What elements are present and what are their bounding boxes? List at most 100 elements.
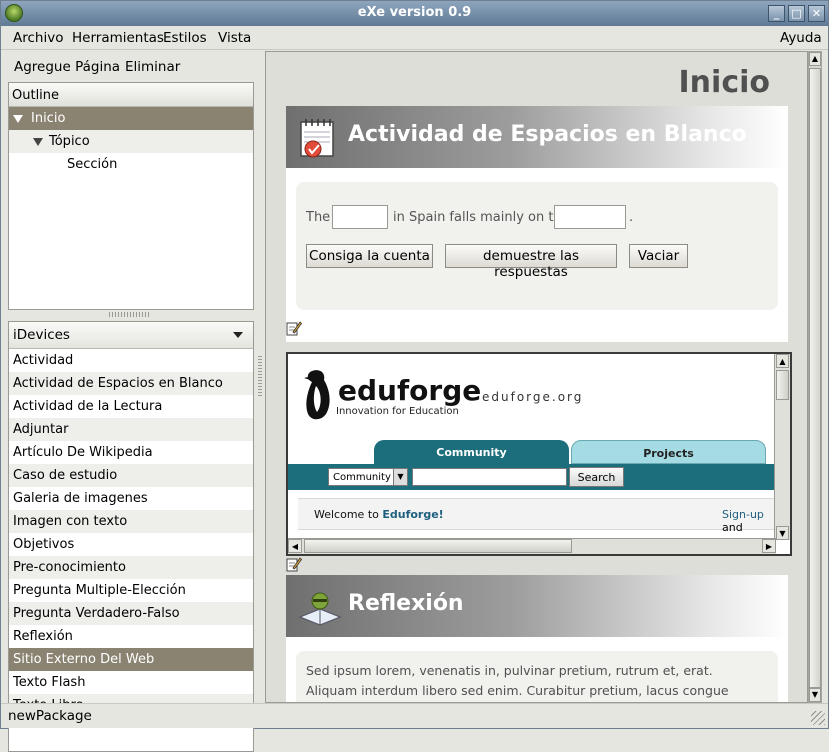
add-page-button[interactable]: Agregue Página <box>14 59 120 75</box>
scroll-thumb[interactable] <box>809 68 821 688</box>
cloze-text-after: . <box>629 210 634 225</box>
idevice-item[interactable]: Reflexión <box>9 625 253 648</box>
cloze-idevice: Actividad de Espacios en Blanco The in S… <box>286 106 788 342</box>
site-search-button[interactable]: Search <box>569 467 624 487</box>
outline-toolbar: Agregue Página Eliminar <box>1 51 258 81</box>
penguin-logo-icon <box>304 370 330 420</box>
outline-tree: Outline Inicio Tópico Sección <box>8 82 254 310</box>
site-search-bar: Community ▼ Search <box>288 464 776 490</box>
site-welcome-text: Welcome to Eduforge! <box>314 508 444 521</box>
status-text: newPackage <box>8 708 92 724</box>
site-search-input[interactable] <box>412 468 567 486</box>
scroll-thumb[interactable] <box>776 370 789 400</box>
idevice-item[interactable]: Texto Flash <box>9 671 253 694</box>
menu-herramientas[interactable]: Herramientas <box>72 30 164 46</box>
scroll-left-icon[interactable]: ◀ <box>288 539 302 553</box>
site-signup-tail: and <box>722 521 743 534</box>
website-frame[interactable]: eduforge Innovation for Education edufor… <box>286 352 792 556</box>
menu-vista[interactable]: Vista <box>218 30 251 46</box>
reflection-body: Sed ipsum lorem, venenatis in, pulvinar … <box>296 651 778 702</box>
show-answers-button[interactable]: demuestre las respuestas <box>445 244 617 280</box>
outline-node-label: Sección <box>67 157 118 172</box>
close-icon[interactable]: ✕ <box>808 5 825 22</box>
scroll-thumb[interactable] <box>304 539 572 553</box>
idevice-item[interactable]: Caso de estudio <box>9 464 253 487</box>
cloze-blank-1[interactable] <box>332 205 388 229</box>
site-signup-text: Sign-up and <box>722 508 776 534</box>
site-welcome-link[interactable]: Eduforge! <box>382 508 443 521</box>
score-button[interactable]: Consiga la cuenta <box>306 244 433 268</box>
site-search-select-value: Community <box>333 472 391 483</box>
idevice-item[interactable]: Pregunta Verdadero-Falso <box>9 602 253 625</box>
maximize-icon[interactable]: □ <box>788 5 805 22</box>
site-logo-text: eduforge <box>338 374 482 407</box>
idevices-selector[interactable]: iDevices <box>9 322 253 349</box>
clear-button[interactable]: Vaciar <box>629 244 688 268</box>
chevron-down-icon[interactable]: ▼ <box>393 469 407 485</box>
resize-grip-icon[interactable] <box>811 711 825 725</box>
expander-down-icon[interactable] <box>33 138 43 146</box>
idevices-list: iDevices Actividad Actividad de Espacios… <box>8 321 254 752</box>
cloze-blank-2[interactable] <box>554 205 626 229</box>
idevice-item[interactable]: Objetivos <box>9 533 253 556</box>
idevice-item[interactable]: Imagen con texto <box>9 510 253 533</box>
idevice-item[interactable]: Artículo De Wikipedia <box>9 441 253 464</box>
site-welcome-prefix: Welcome to <box>314 508 383 521</box>
outline-node-topico[interactable]: Tópico <box>9 130 253 153</box>
expander-down-icon[interactable] <box>13 115 23 123</box>
main-vertical-scrollbar[interactable]: ▲ ▼ <box>808 51 822 703</box>
tab-projects[interactable]: Projects <box>571 440 766 464</box>
idevice-item[interactable]: Actividad de la Lectura <box>9 395 253 418</box>
idevice-item[interactable]: Pre-conocimiento <box>9 556 253 579</box>
title-bar: eXe version 0.9 _ □ ✕ <box>1 1 828 26</box>
reflection-header: Reflexión <box>286 575 788 637</box>
menu-estilos[interactable]: Estilos <box>163 30 207 46</box>
menu-ayuda[interactable]: Ayuda <box>780 30 822 46</box>
left-pane: Agregue Página Eliminar Outline Inicio T… <box>1 51 258 752</box>
site-domain: eduforge.org <box>482 390 584 404</box>
scroll-down-icon[interactable]: ▼ <box>776 526 789 540</box>
menu-archivo[interactable]: Archivo <box>13 30 63 46</box>
idevice-item[interactable]: Adjuntar <box>9 418 253 441</box>
site-search-select[interactable]: Community ▼ <box>328 468 408 486</box>
outline-node-inicio[interactable]: Inicio <box>9 107 253 130</box>
app-window: eXe version 0.9 _ □ ✕ Archivo Herramient… <box>0 0 829 752</box>
idevice-item[interactable]: Actividad de Espacios en Blanco <box>9 372 253 395</box>
idevices-selector-label: iDevices <box>13 327 70 343</box>
site-welcome-box: Welcome to Eduforge! Sign-up and <box>298 498 776 534</box>
scroll-down-icon[interactable]: ▼ <box>809 688 821 702</box>
cloze-text-before: The <box>306 210 331 225</box>
window-title: eXe version 0.9 <box>357 5 472 20</box>
vertical-splitter-grip[interactable] <box>258 356 262 398</box>
cloze-text-middle: in Spain falls mainly on the <box>393 210 570 225</box>
scroll-up-icon[interactable]: ▲ <box>776 354 789 368</box>
cloze-header: Actividad de Espacios en Blanco <box>286 106 788 168</box>
pane-splitter-grip[interactable] <box>109 312 151 317</box>
frame-horizontal-scrollbar[interactable]: ◀ ▶ <box>288 538 776 554</box>
reflection-icon <box>298 592 342 626</box>
edit-icon[interactable] <box>286 556 302 572</box>
delete-button[interactable]: Eliminar <box>125 59 180 75</box>
status-bar: newPackage <box>1 703 828 728</box>
idevice-item[interactable]: Pregunta Multiple-Elección <box>9 579 253 602</box>
chevron-down-icon[interactable] <box>233 332 243 338</box>
outline-node-label: Tópico <box>49 134 90 149</box>
idevice-item[interactable]: Actividad <box>9 349 253 372</box>
minimize-icon[interactable]: _ <box>768 5 785 22</box>
reflection-heading: Reflexión <box>348 591 464 616</box>
cloze-heading: Actividad de Espacios en Blanco <box>348 122 747 147</box>
scroll-up-icon[interactable]: ▲ <box>809 52 821 66</box>
idevice-item-selected[interactable]: Sitio Externo Del Web <box>9 648 253 671</box>
frame-vertical-scrollbar[interactable]: ▲ ▼ <box>774 354 790 540</box>
site-signup-link[interactable]: Sign-up <box>722 508 764 521</box>
idevice-item[interactable]: Galeria de imagenes <box>9 487 253 510</box>
authoring-pane: Inicio Actividad de Espacios en Blanco T… <box>265 51 808 703</box>
site-tagline: Innovation for Education <box>336 406 459 417</box>
outline-node-label: Inicio <box>31 111 66 126</box>
scroll-right-icon[interactable]: ▶ <box>762 539 776 553</box>
reflection-text: Sed ipsum lorem, venenatis in, pulvinar … <box>306 663 729 698</box>
outline-node-seccion[interactable]: Sección <box>9 153 253 176</box>
edit-icon[interactable] <box>286 320 302 336</box>
tab-community[interactable]: Community <box>374 440 569 464</box>
reflection-idevice: Reflexión Sed ipsum lorem, venenatis in,… <box>286 575 788 702</box>
